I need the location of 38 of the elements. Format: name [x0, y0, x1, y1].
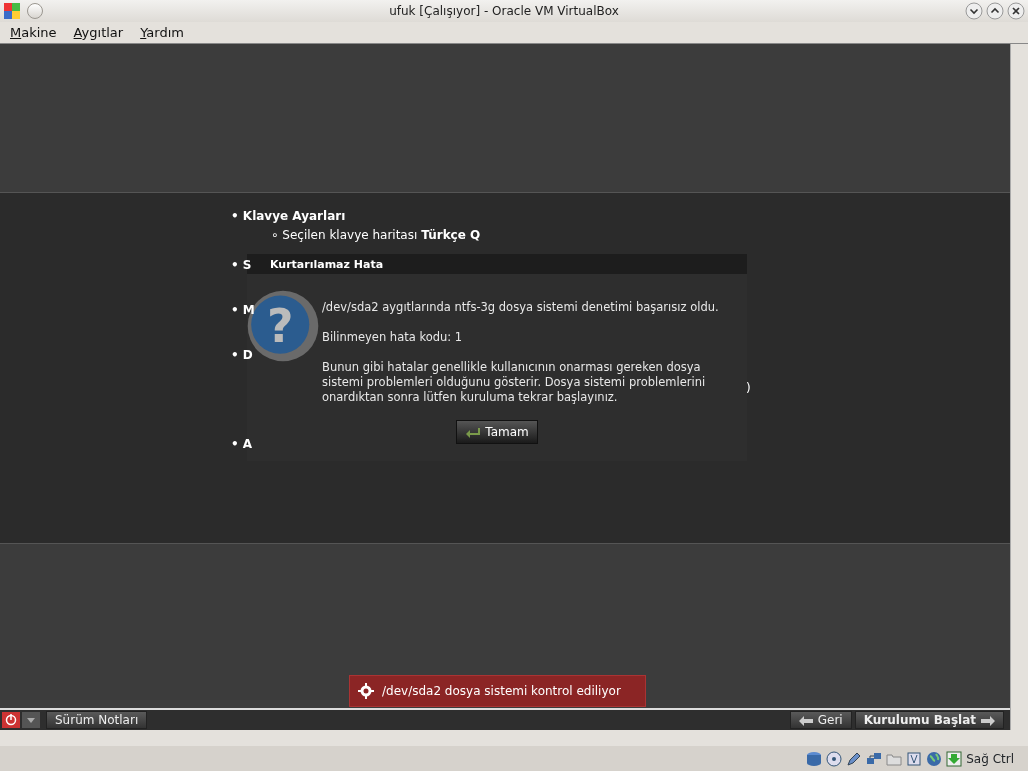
dialog-message: Bilinmeyen hata kodu: 1	[322, 330, 464, 345]
menu-item[interactable]: Aygıtlar	[63, 22, 131, 43]
summary-item: • D	[231, 347, 253, 364]
download-icon[interactable]	[946, 750, 963, 767]
ok-button[interactable]: Tamam	[456, 420, 538, 444]
minimize-icon[interactable]	[965, 2, 983, 20]
power-icon[interactable]	[2, 712, 20, 728]
host-key-label: Sağ Ctrl	[966, 750, 1014, 768]
back-button[interactable]: Geri	[789, 711, 852, 729]
text-fragment: )	[746, 380, 751, 397]
pen-icon[interactable]	[846, 750, 863, 767]
maximize-icon[interactable]	[986, 2, 1004, 20]
summary-item: • Klavye Ayarları	[231, 208, 346, 225]
summary-item: • S	[231, 257, 252, 274]
left-arrow-icon	[798, 715, 813, 726]
dialog-message: /dev/sda2 aygıtlarında ntfs-3g dosya sistemi denetimi başarısız oldu.	[322, 300, 720, 315]
dropdown-icon[interactable]	[22, 712, 40, 728]
disc-icon[interactable]	[826, 750, 843, 767]
summary-item: • M	[231, 302, 255, 319]
summary-item: • A	[231, 436, 253, 453]
network-icon[interactable]	[866, 750, 883, 767]
notification-text: /dev/sda2 dosya sistemi kontrol ediliyor	[382, 683, 621, 700]
install-button[interactable]: Kurulumu Başlat	[854, 711, 1004, 729]
chip-icon[interactable]	[906, 750, 923, 767]
menu-item[interactable]: Makine	[0, 22, 64, 43]
return-arrow-icon	[465, 426, 482, 439]
right-arrow-icon	[981, 715, 995, 726]
summary-subitem: ∘ Seçilen klavye haritası Türkçe Q	[270, 227, 481, 244]
menu-item[interactable]: Yardım	[130, 22, 191, 43]
globe-icon[interactable]	[926, 750, 943, 767]
gear-icon	[358, 683, 374, 699]
app-icon[interactable]	[3, 2, 21, 20]
hard-disk-icon[interactable]	[806, 750, 823, 767]
close-icon[interactable]	[1007, 2, 1025, 20]
menu-button[interactable]	[27, 3, 43, 19]
release-notes-button[interactable]: Sürüm Notları	[46, 711, 148, 729]
dialog-message: Bunun gibi hatalar genellikle kullanıcının onarması gereken dosya sistemi problemleri olduğunu gösterir. Dosya sistemi problemlerini onardıktan sonra lütfen kuruluma tekrar başlayınız.	[322, 360, 707, 405]
window-title: ufuk [Çalışıyor] - Oracle VM VirtualBox	[388, 3, 620, 20]
